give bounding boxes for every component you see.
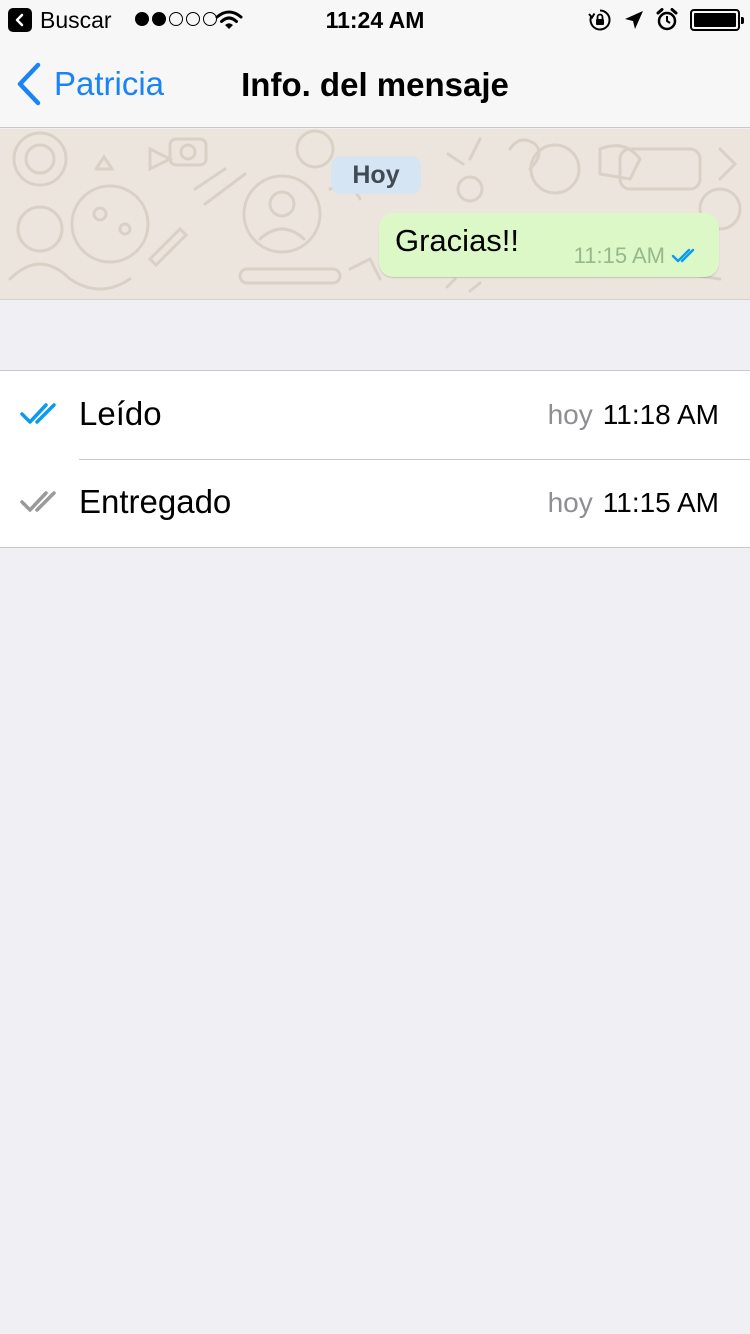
navigation-bar: Patricia Info. del mensaje: [0, 40, 750, 128]
receipt-day: hoy: [547, 399, 593, 430]
alarm-icon: [656, 8, 678, 31]
double-check-delivered-icon: [20, 491, 56, 512]
battery-icon: [690, 9, 744, 31]
receipt-timestamp: hoy 11:15 AM: [548, 487, 719, 519]
double-check-read-icon: [671, 248, 695, 263]
receipt-timestamp: hoy 11:18 AM: [548, 399, 719, 431]
location-icon: [625, 11, 643, 29]
message-time: 11:15 AM: [573, 243, 665, 268]
message-bubble[interactable]: Gracias!! 11:15 AM: [379, 213, 719, 277]
receipt-time: 11:18 AM: [602, 399, 719, 430]
battery-cap: [741, 17, 744, 24]
receipt-list: Leído hoy 11:18 AM Entregado hoy 11:15 AM: [0, 370, 750, 548]
date-label: Hoy: [331, 156, 421, 194]
orientation-lock-icon: [588, 9, 611, 31]
status-bar: Buscar 11:24 AM: [0, 0, 750, 40]
message-text: Gracias!!: [395, 223, 520, 258]
battery-level: [694, 13, 736, 27]
message-meta: 11:15 AM: [574, 243, 701, 269]
receipt-day: hoy: [547, 487, 593, 518]
chat-preview: Hoy Gracias!! 11:15 AM: [0, 129, 750, 300]
receipt-time: 11:15 AM: [602, 487, 719, 518]
receipt-row-read: Leído hoy 11:18 AM: [0, 371, 750, 459]
receipt-label: Entregado: [79, 483, 232, 520]
receipt-label: Leído: [79, 395, 162, 432]
receipt-row-delivered: Entregado hoy 11:15 AM: [0, 459, 750, 547]
double-check-read-icon: [20, 403, 56, 424]
page-title: Info. del mensaje: [241, 66, 509, 103]
